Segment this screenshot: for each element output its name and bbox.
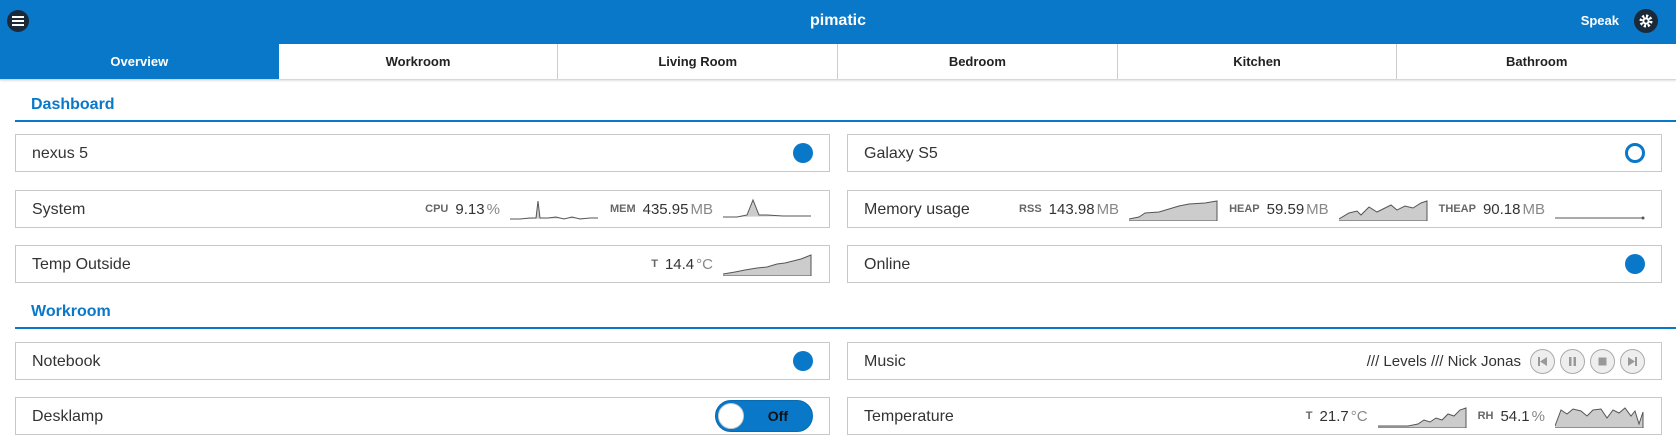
device-name: Temp Outside — [32, 256, 131, 273]
device-name: Music — [864, 353, 906, 370]
tab-bedroom[interactable]: Bedroom — [838, 44, 1118, 79]
attribute-acronym: T — [1305, 410, 1313, 422]
gear-icon[interactable] — [1634, 9, 1658, 33]
attribute-value: 9.13 — [455, 200, 485, 218]
sparkline[interactable] — [509, 197, 600, 221]
sparkline[interactable] — [723, 197, 813, 221]
sparkline[interactable] — [1377, 404, 1468, 428]
room-tabs: Overview Workroom Living Room Bedroom Ki… — [0, 44, 1676, 80]
now-playing-text: /// Levels /// Nick Jonas — [1366, 352, 1521, 370]
device-card-system: System CPU 9.13 % MEM 435.95 MB — [15, 190, 830, 228]
attribute-value: 54.1 — [1500, 407, 1530, 425]
attribute-unit: % — [486, 200, 500, 218]
device-card-temperature: Temperature T 21.7 °C RH 54.1 % — [847, 397, 1662, 435]
tab-kitchen[interactable]: Kitchen — [1117, 44, 1398, 79]
previous-track-button[interactable] — [1530, 348, 1555, 374]
attribute-mem: MEM 435.95 MB — [610, 197, 813, 221]
switch-label: Off — [767, 408, 788, 424]
device-card-notebook: Notebook — [15, 342, 830, 380]
presence-indicator — [793, 351, 813, 371]
attribute-value: 14.4 — [664, 255, 695, 273]
device-card-music: Music /// Levels /// Nick Jonas — [847, 342, 1662, 380]
attribute-unit: MB — [1096, 200, 1120, 218]
tab-overview[interactable]: Overview — [0, 44, 279, 79]
skip-back-icon — [1538, 356, 1547, 366]
attribute-acronym: RSS — [1019, 203, 1042, 215]
section-title-workroom: Workroom — [15, 303, 1676, 329]
attribute-rss: RSS 143.98 MB — [1019, 197, 1219, 221]
device-card-nexus: nexus 5 — [15, 134, 830, 172]
attribute-cpu: CPU 9.13 % — [425, 197, 600, 221]
sparkline[interactable] — [1555, 197, 1645, 221]
tab-living-room[interactable]: Living Room — [558, 44, 839, 79]
pause-button[interactable] — [1560, 348, 1585, 374]
attribute-unit: °C — [1350, 407, 1368, 425]
device-name: Notebook — [32, 353, 101, 370]
attribute-unit: °C — [696, 255, 713, 273]
presence-indicator — [793, 143, 813, 163]
device-name: Memory usage — [864, 201, 970, 218]
device-name: Desklamp — [32, 408, 104, 425]
attribute-acronym: T — [651, 258, 658, 270]
attribute-humidity: RH 54.1 % — [1478, 404, 1645, 428]
attribute-temperature: T 21.7 °C — [1306, 404, 1468, 428]
attribute-value: 90.18 — [1482, 200, 1521, 218]
tab-workroom[interactable]: Workroom — [278, 44, 559, 79]
device-name: System — [32, 201, 86, 218]
skip-forward-icon — [1628, 356, 1637, 366]
sparkline[interactable] — [1338, 197, 1429, 221]
app-header: pimatic Speak — [0, 0, 1676, 44]
attribute-acronym: HEAP — [1229, 203, 1260, 215]
attribute-acronym: CPU — [425, 203, 449, 215]
presence-indicator — [1625, 143, 1645, 163]
attribute-unit: MB — [690, 200, 714, 218]
stop-button[interactable] — [1590, 348, 1615, 374]
device-name: Galaxy S5 — [864, 145, 938, 162]
switch-knob — [718, 403, 744, 429]
attribute-heap: HEAP 59.59 MB — [1229, 197, 1429, 221]
sparkline[interactable] — [1129, 197, 1219, 221]
device-card-temp-outside: Temp Outside T 14.4 °C — [15, 245, 830, 283]
pause-icon — [1569, 356, 1576, 366]
attribute-acronym: MEM — [609, 203, 636, 215]
sparkline[interactable] — [723, 252, 813, 276]
device-card-online: Online — [847, 245, 1662, 283]
presence-indicator — [1625, 254, 1645, 274]
device-card-desklamp: Desklamp Off — [15, 397, 830, 435]
device-card-galaxy: Galaxy S5 — [847, 134, 1662, 172]
attribute-value: 143.98 — [1048, 200, 1095, 218]
section-title-dashboard: Dashboard — [15, 96, 1676, 122]
attribute-acronym: THEAP — [1438, 203, 1476, 215]
tab-bathroom[interactable]: Bathroom — [1397, 44, 1676, 79]
speak-button[interactable]: Speak — [1581, 13, 1619, 28]
attribute-value: 59.59 — [1266, 200, 1305, 218]
stop-icon — [1598, 357, 1607, 365]
attribute-acronym: RH — [1477, 410, 1494, 422]
sparkline[interactable] — [1555, 404, 1645, 428]
attribute-value: 435.95 — [642, 200, 689, 218]
next-track-button[interactable] — [1620, 348, 1645, 374]
desklamp-switch[interactable]: Off — [715, 400, 813, 432]
device-card-memory-usage: Memory usage RSS 143.98 MB HEAP 59.59 MB… — [847, 190, 1662, 228]
attribute-temperature: T 14.4 °C — [651, 252, 813, 276]
device-name: Online — [864, 256, 911, 273]
attribute-unit: MB — [1306, 200, 1329, 218]
attribute-unit: MB — [1522, 200, 1546, 218]
attribute-value: 21.7 — [1319, 407, 1349, 425]
app-title: pimatic — [809, 12, 866, 29]
device-name: Temperature — [864, 408, 954, 425]
attribute-unit: % — [1531, 407, 1545, 425]
device-name: nexus 5 — [32, 145, 89, 162]
attribute-theap: THEAP 90.18 MB — [1439, 197, 1645, 221]
